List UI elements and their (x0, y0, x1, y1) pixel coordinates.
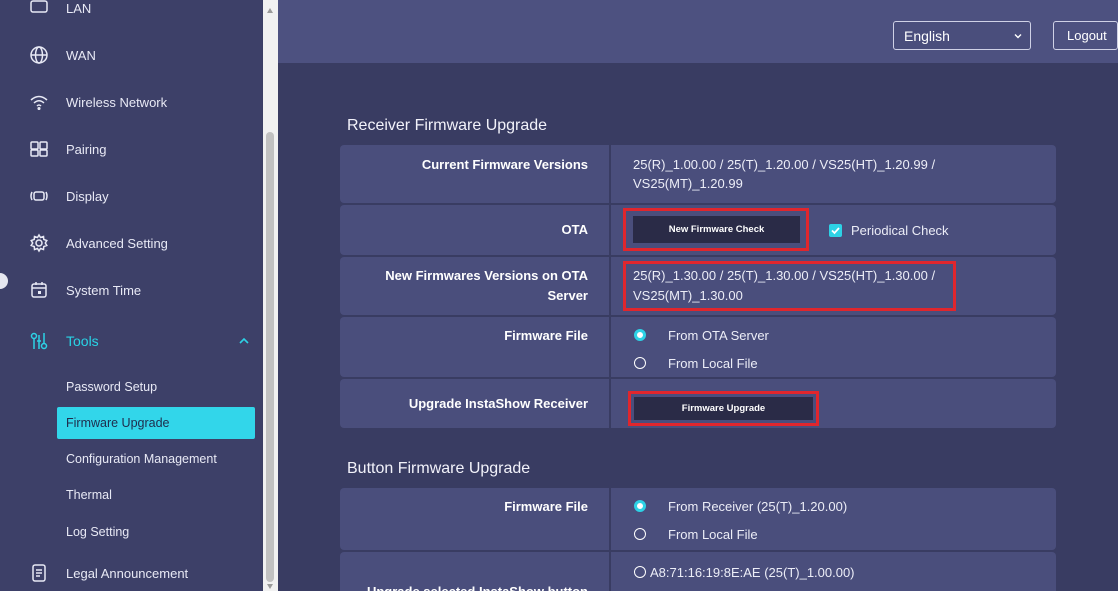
sidebar-item-tools[interactable]: Tools (0, 321, 262, 361)
sidebar-item-label: Advanced Setting (66, 235, 168, 251)
scrollbar-thumb[interactable] (266, 132, 274, 582)
calendar-icon (28, 279, 50, 301)
radio-from-local-file[interactable] (634, 357, 646, 369)
sidebar-item-system-time[interactable]: System Time (0, 270, 262, 310)
submenu-item-password-setup[interactable]: Password Setup (57, 371, 255, 403)
row-label: Upgrade selected InstaShow button (367, 582, 588, 591)
sidebar-item-label: WAN (66, 47, 96, 63)
sidebar-item-advanced-setting[interactable]: Advanced Setting (0, 223, 262, 263)
row-label: Current Firmware Versions (421, 157, 588, 172)
sidebar-item-label: Pairing (66, 141, 107, 157)
sidebar-item-legal-announcement[interactable]: Legal Announcement (0, 553, 262, 591)
chevron-up-icon[interactable] (238, 335, 250, 347)
wifi-icon (28, 91, 50, 113)
submenu-item-firmware-upgrade[interactable]: Firmware Upgrade (57, 407, 255, 439)
button-section-title: Button Firmware Upgrade (347, 460, 531, 477)
sidebar-item-label: Display (66, 188, 109, 204)
sidebar-scrollbar[interactable] (263, 0, 278, 591)
radio-from-ota-server[interactable] (634, 329, 646, 341)
language-select[interactable]: English (893, 21, 1031, 50)
checkmark-icon (831, 227, 840, 235)
periodical-check-checkbox[interactable] (829, 224, 842, 237)
row-label: OTA (561, 222, 588, 237)
row-label: Firmware File (504, 328, 588, 343)
sidebar-item-wireless-network[interactable]: Wireless Network (0, 82, 262, 122)
globe-icon (28, 44, 50, 66)
option-label: From OTA Server (668, 328, 769, 343)
row-label-line2: Server (547, 288, 588, 303)
pairing-icon (28, 138, 50, 160)
row-new-firmware-versions: New Firmwares Versions on OTA Server 25(… (340, 257, 1056, 315)
button-firmware-panel: Firmware File From Receiver (25(T)_1.20.… (340, 488, 1056, 591)
row-label-line1: New Firmwares Versions on OTA (385, 268, 588, 283)
row-label: Firmware File (504, 499, 588, 514)
sidebar-item-pairing[interactable]: Pairing (0, 129, 262, 169)
row-upgrade-receiver: Upgrade InstaShow Receiver Firmware Upgr… (340, 379, 1056, 428)
row-upgrade-selected-button: Upgrade selected InstaShow button A8:71:… (340, 552, 1056, 591)
radio-from-local-file[interactable] (634, 528, 646, 540)
sidebar-item-label: Legal Announcement (66, 565, 189, 581)
device-label: A8:71:16:19:8E:AE (25(T)_1.00.00) (650, 565, 855, 580)
gear-icon (28, 232, 50, 254)
chevron-down-icon (1014, 34, 1022, 39)
sidebar-item-label: System Time (66, 282, 142, 298)
sidebar-item-wan[interactable]: WAN (0, 35, 262, 75)
sidebar-item-label: Tools (66, 333, 99, 349)
row-firmware-file: Firmware File From OTA Server From Local… (340, 317, 1056, 377)
scroll-up-arrow-icon[interactable] (267, 8, 273, 13)
language-value: English (904, 27, 950, 44)
row-button-firmware-file: Firmware File From Receiver (25(T)_1.20.… (340, 488, 1056, 550)
submenu-item-log-setting[interactable]: Log Setting (57, 516, 255, 548)
sidebar-item-lan[interactable]: LAN (0, 0, 262, 28)
radio-from-receiver[interactable] (634, 500, 646, 512)
lan-icon (28, 0, 50, 19)
submenu-item-configuration-management[interactable]: Configuration Management (57, 443, 255, 475)
logout-button[interactable]: Logout (1053, 21, 1118, 50)
display-icon (28, 185, 50, 207)
sidebar-item-display[interactable]: Display (0, 176, 262, 216)
sidebar-item-label: LAN (66, 0, 92, 16)
receiver-panel: Current Firmware Versions 25(R)_1.00.00 … (340, 145, 1056, 428)
periodical-check-label: Periodical Check (851, 223, 949, 238)
receiver-section-title: Receiver Firmware Upgrade (347, 117, 548, 134)
submenu-item-thermal[interactable]: Thermal (57, 479, 255, 511)
main-content: Receiver Firmware Upgrade Current Firmwa… (278, 63, 1118, 591)
new-versions-line2: VS25(MT)_1.30.00 (633, 288, 743, 303)
option-label: From Local File (668, 356, 758, 371)
current-versions-line2: VS25(MT)_1.20.99 (633, 176, 743, 191)
sidebar: LAN WAN Wireless Network Pairing Display… (0, 0, 262, 591)
tools-icon (28, 330, 50, 352)
row-current-firmware: Current Firmware Versions 25(R)_1.00.00 … (340, 145, 1056, 203)
top-header: English Logout (278, 0, 1118, 63)
radio-device[interactable] (634, 566, 646, 578)
scroll-down-arrow-icon[interactable] (267, 584, 273, 589)
row-ota: OTA New Firmware Check Periodical Check (340, 205, 1056, 255)
option-label: From Local File (668, 527, 758, 542)
option-label: From Receiver (25(T)_1.20.00) (668, 499, 848, 514)
new-versions-line1: 25(R)_1.30.00 / 25(T)_1.30.00 / VS25(HT)… (633, 268, 936, 283)
document-icon (28, 562, 50, 584)
row-label: Upgrade InstaShow Receiver (408, 396, 588, 411)
new-firmware-check-button[interactable]: New Firmware Check (633, 216, 800, 243)
firmware-upgrade-button[interactable]: Firmware Upgrade (634, 397, 813, 420)
current-versions-line1: 25(R)_1.00.00 / 25(T)_1.20.00 / VS25(HT)… (633, 157, 936, 172)
sidebar-item-label: Wireless Network (66, 94, 168, 110)
